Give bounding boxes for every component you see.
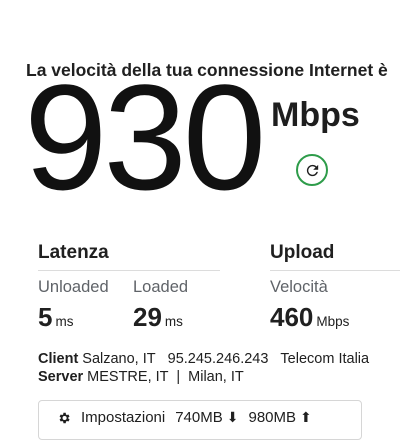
download-speed-value: 930 (24, 53, 266, 221)
latency-title: Latenza (38, 242, 109, 263)
settings-bar[interactable]: Impostazioni 740MB ⬇ 980MB ⬆ (38, 400, 362, 440)
client-isp: Telecom Italia (280, 351, 370, 367)
server-locations: MESTRE, IT | Milan, IT (87, 369, 244, 385)
unloaded-label: Unloaded (38, 278, 109, 296)
upload-speed-label: Velocità (270, 278, 328, 296)
loaded-latency-value: 29 (133, 302, 162, 332)
upload-data-used: 980MB (248, 409, 297, 426)
client-ip: 95.245.246.243 (167, 351, 269, 367)
loaded-latency: 29 ms (133, 302, 183, 333)
download-speed-unit: Mbps (271, 96, 360, 134)
server-info: Server MESTRE, IT | Milan, IT (38, 369, 244, 385)
upload-speed-value: 460 (270, 302, 314, 332)
upload-arrow-icon: ⬆ (300, 409, 312, 425)
download-data-used: 740MB (175, 409, 223, 426)
refresh-button[interactable] (296, 154, 328, 186)
unloaded-latency: 5 ms (38, 302, 73, 333)
upload-speed-unit: Mbps (316, 314, 350, 329)
client-label: Client (38, 351, 79, 367)
gear-icon (59, 412, 70, 424)
upload-title: Upload (270, 242, 335, 263)
upload-divider (270, 270, 400, 271)
server-label: Server (38, 369, 84, 385)
loaded-label: Loaded (133, 278, 189, 296)
upload-speed: 460 Mbps (270, 302, 349, 333)
download-arrow-icon: ⬇ (226, 409, 239, 425)
client-location: Salzano, IT (82, 351, 156, 367)
latency-divider (38, 270, 220, 271)
refresh-icon (306, 164, 318, 176)
loaded-latency-unit: ms (164, 314, 183, 329)
settings-label: Impostazioni (81, 409, 166, 426)
unloaded-latency-unit: ms (55, 314, 74, 329)
unloaded-latency-value: 5 (38, 302, 53, 332)
client-info: Client Salzano, IT 95.245.246.243 Telecom I… (38, 351, 369, 367)
